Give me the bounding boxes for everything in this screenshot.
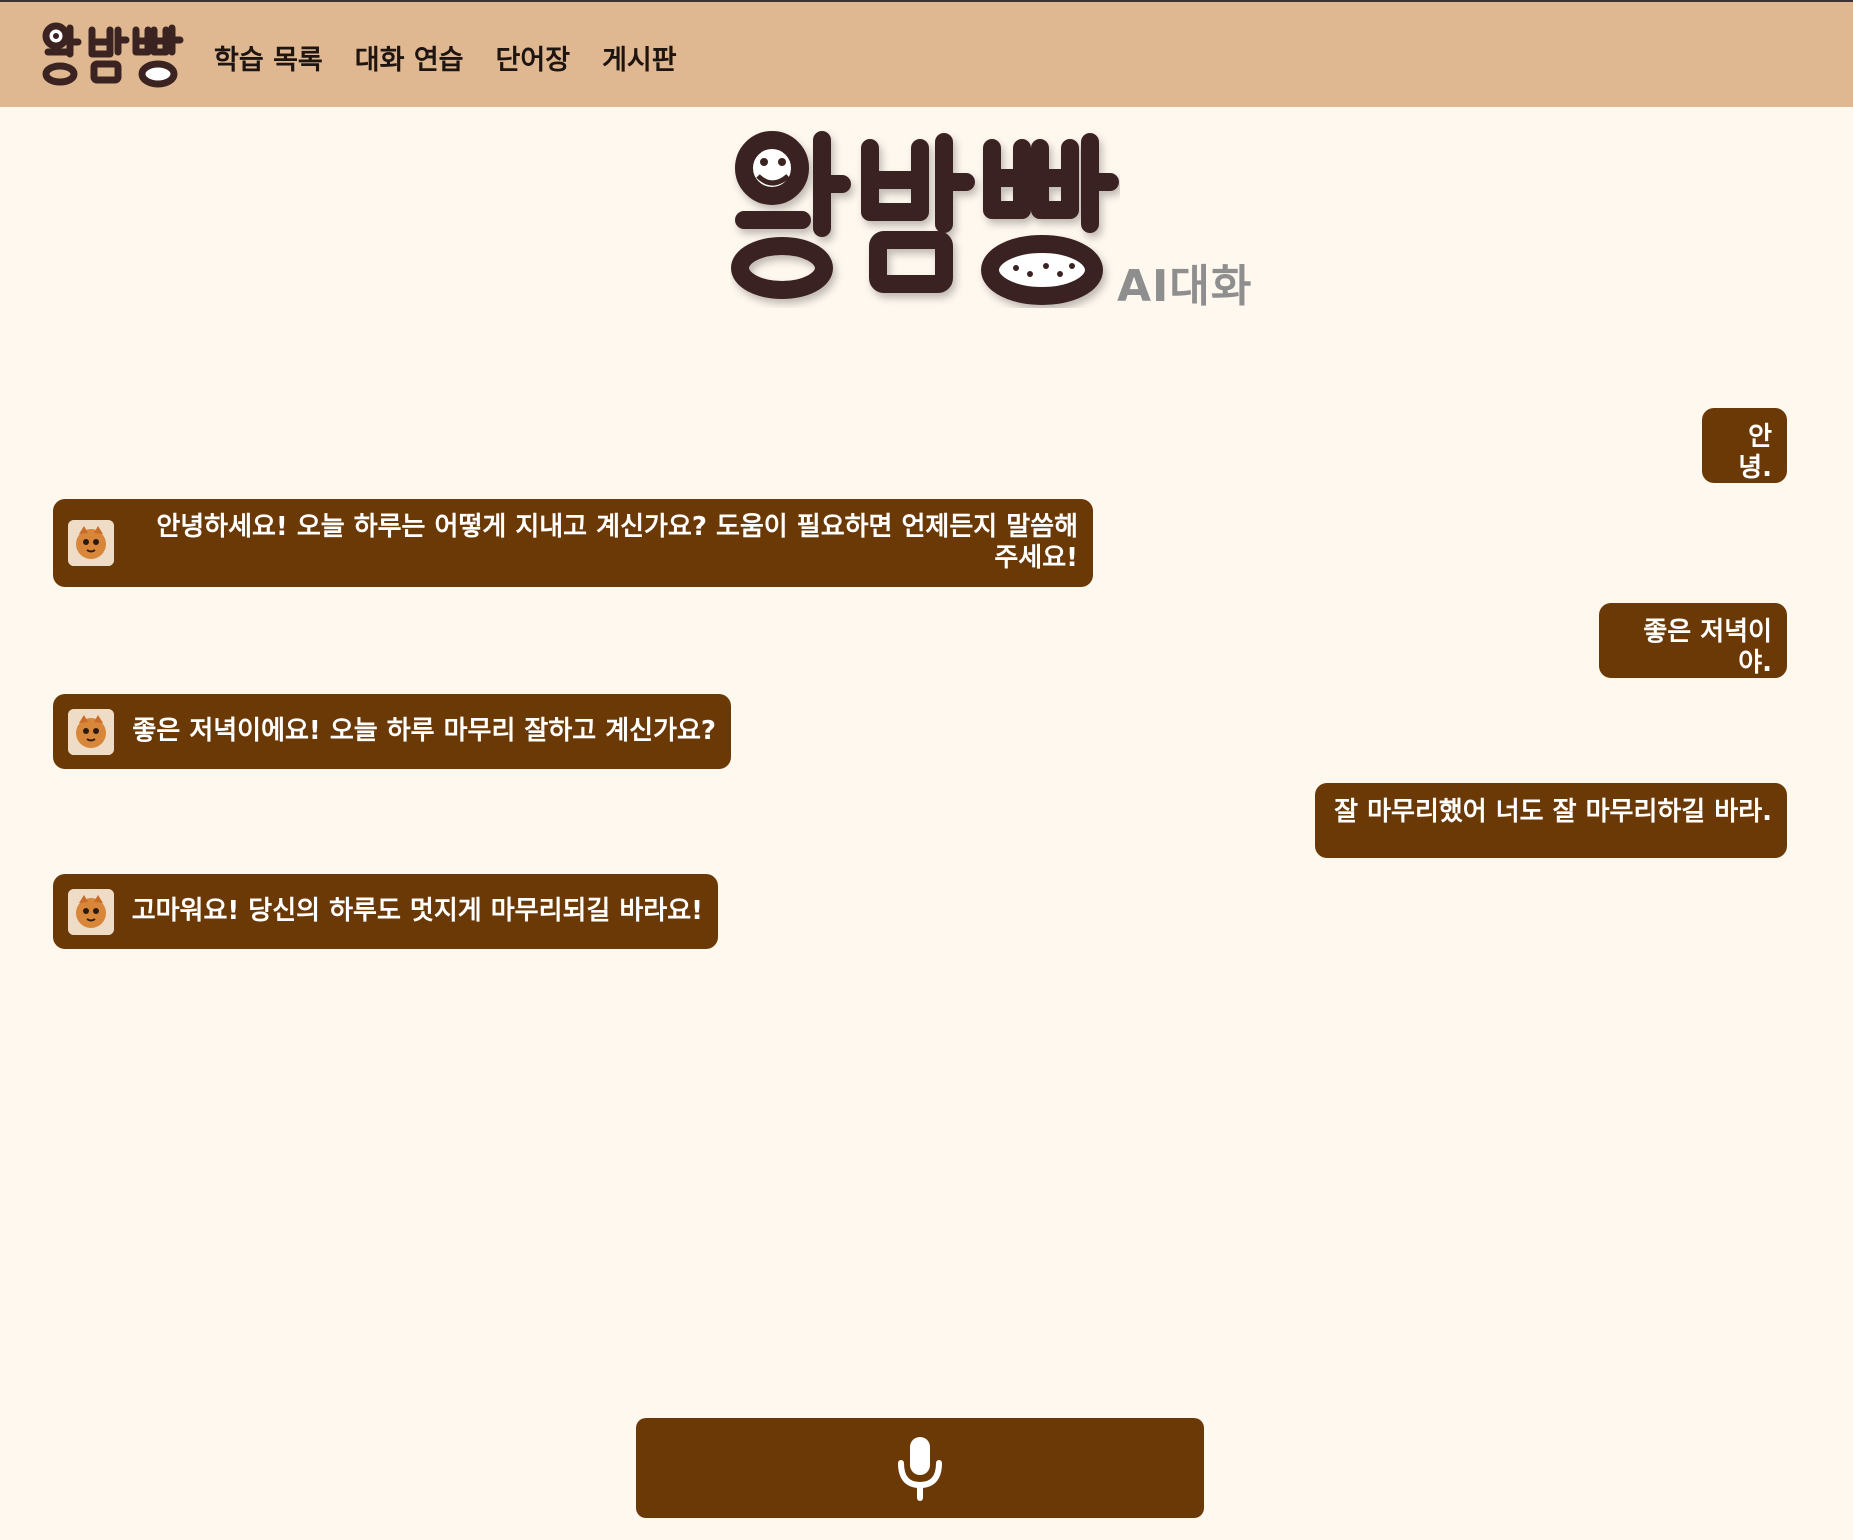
- chestnut-mascot-icon: [68, 888, 114, 935]
- top-navbar: 학습 목록 대화 연습 단어장 게시판: [0, 0, 1853, 107]
- ai-message-bubble: 고마워요! 당신의 하루도 멋지게 마무리되길 바라요!: [53, 874, 718, 949]
- page-subtitle: AI대화: [1117, 261, 1253, 312]
- nav-link-learning-list[interactable]: 학습 목록: [214, 38, 323, 77]
- nav-link-board[interactable]: 게시판: [602, 38, 677, 77]
- chestnut-mascot-icon: [68, 708, 114, 755]
- chestnut-mascot-icon: [68, 520, 114, 566]
- nav-links: 학습 목록 대화 연습 단어장 게시판: [214, 38, 677, 77]
- nav-link-vocabulary[interactable]: 단어장: [496, 38, 571, 77]
- chat-area: 안녕. 안녕하세요! 오늘 하루는 어떻게 지내고 계신가요? 도움이 필요하면…: [53, 408, 1787, 968]
- ai-message-bubble: 좋은 저녁이에요! 오늘 하루 마무리 잘하고 계신가요?: [53, 694, 731, 769]
- message-text: 고마워요! 당신의 하루도 멋지게 마무리되길 바라요!: [131, 896, 703, 926]
- ai-message-bubble: 안녕하세요! 오늘 하루는 어떻게 지내고 계신가요? 도움이 필요하면 언제든…: [53, 499, 1093, 587]
- voice-record-button[interactable]: [636, 1418, 1204, 1518]
- nav-link-conversation-practice[interactable]: 대화 연습: [355, 38, 464, 77]
- ai-avatar: [68, 520, 114, 566]
- microphone-icon: [898, 1437, 942, 1501]
- hero-logo: [731, 131, 1119, 305]
- message-text: 좋은 저녁이에요! 오늘 하루 마무리 잘하고 계신가요?: [132, 716, 716, 746]
- ai-avatar: [68, 888, 114, 935]
- ai-avatar: [68, 708, 114, 755]
- message-text: 잘 마무리했어 너도 잘 마무리하길 바라.: [1334, 797, 1772, 827]
- user-message-bubble: 잘 마무리했어 너도 잘 마무리하길 바라.: [1315, 783, 1787, 858]
- message-text: 안녕.: [1738, 422, 1772, 483]
- brand-logo[interactable]: [40, 22, 185, 90]
- user-message-bubble: 좋은 저녁이야.: [1599, 603, 1787, 678]
- message-text: 좋은 저녁이야.: [1643, 617, 1772, 678]
- user-message-bubble: 안녕.: [1702, 408, 1787, 483]
- message-text: 안녕하세요! 오늘 하루는 어떻게 지내고 계신가요? 도움이 필요하면 언제든…: [156, 512, 1078, 573]
